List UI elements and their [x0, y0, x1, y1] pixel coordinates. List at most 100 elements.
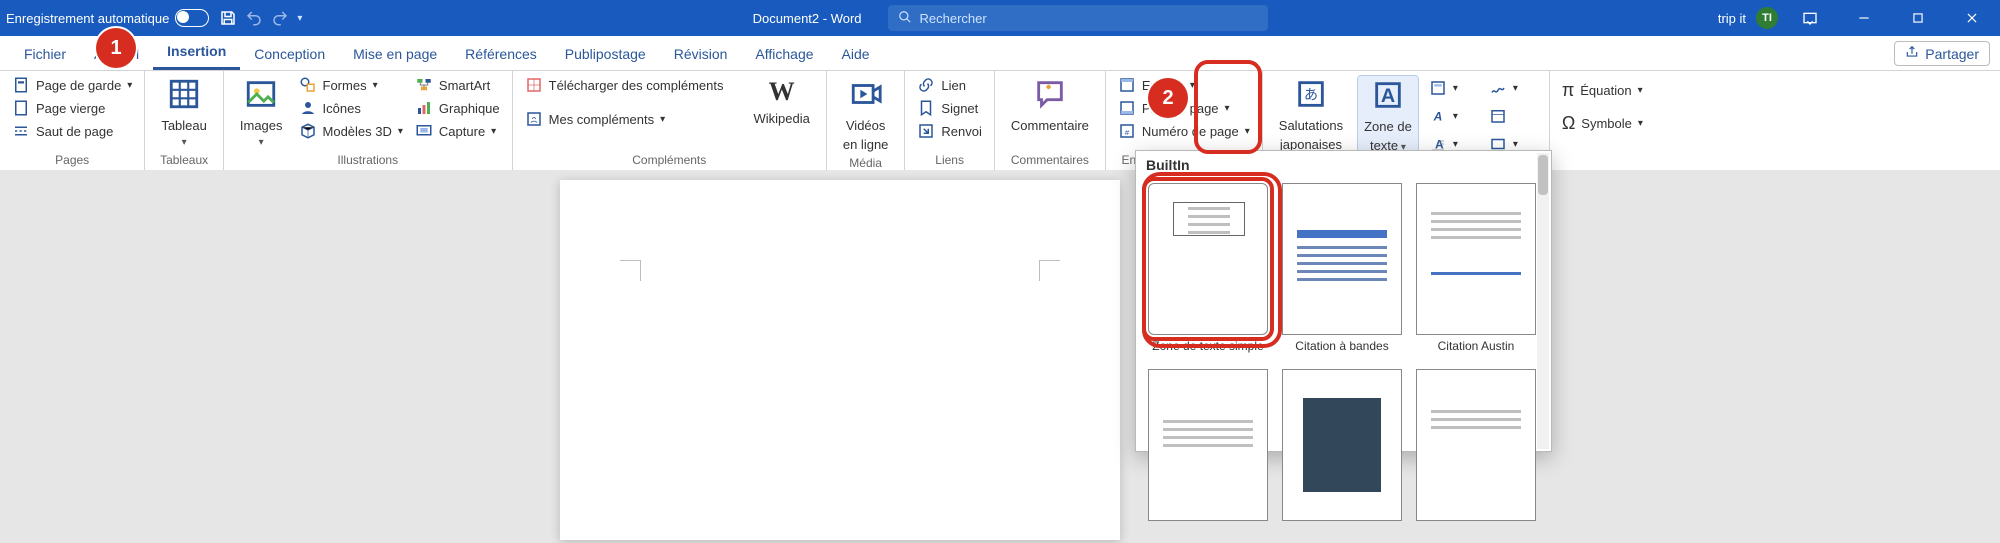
search-icon [898, 10, 912, 27]
svg-text:A: A [1381, 85, 1395, 107]
undo-icon[interactable] [245, 9, 263, 27]
bookmark-label: Signet [941, 101, 978, 116]
wordart-button[interactable]: A▾ [1427, 103, 1479, 129]
comment-label: Commentaire [1011, 118, 1089, 133]
models3d-label: Modèles 3D [323, 124, 392, 139]
crossref-label: Renvoi [941, 124, 981, 139]
chevron-down-icon: ▾ [259, 137, 264, 148]
document-page[interactable] [560, 180, 1120, 540]
group-media: Vidéos en ligne Média [827, 71, 906, 171]
svg-text:あ: あ [1304, 88, 1318, 104]
images-button[interactable]: Images ▾ [234, 75, 289, 150]
video-icon [849, 77, 883, 114]
text-box-button[interactable]: A Zone de texte ▾ [1357, 75, 1419, 156]
close-icon[interactable] [1950, 0, 1994, 36]
gallery-item-citation-austin[interactable]: Citation Austin [1416, 183, 1536, 353]
search-box[interactable]: Rechercher [888, 5, 1268, 31]
text-box-icon: A [1371, 78, 1405, 115]
images-label: Images [240, 118, 283, 133]
smartart-label: SmartArt [439, 78, 490, 93]
title-bar: Enregistrement automatique ▾ Document2 -… [0, 0, 2000, 36]
get-addins-button[interactable]: Télécharger des compléments [523, 75, 726, 95]
table-button[interactable]: Tableau ▾ [155, 75, 213, 150]
gallery-item-citation-bandes[interactable]: Citation à bandes [1282, 183, 1402, 353]
autosave-control[interactable]: Enregistrement automatique [6, 9, 209, 27]
group-pages-label: Pages [10, 151, 134, 171]
quick-parts-button[interactable]: ▾ [1427, 75, 1479, 101]
redo-icon[interactable] [271, 9, 289, 27]
save-icon[interactable] [219, 9, 237, 27]
equation-label: Équation [1580, 83, 1631, 98]
gallery-item-label: Citation Austin [1438, 339, 1515, 353]
account-name[interactable]: trip it [1718, 11, 1746, 26]
document-title: Document2 - Word [753, 11, 862, 26]
tab-insertion[interactable]: Insertion [153, 35, 240, 70]
quick-access-toolbar: ▾ [219, 9, 302, 27]
annotation-1: 1 [96, 28, 136, 68]
online-video-button[interactable]: Vidéos en ligne [837, 75, 895, 154]
gallery-item-4[interactable] [1148, 369, 1268, 525]
gallery-item-6[interactable] [1416, 369, 1536, 525]
search-placeholder: Rechercher [920, 11, 987, 26]
models3d-button[interactable]: Modèles 3D▾ [297, 121, 405, 141]
account-avatar[interactable]: TI [1756, 7, 1778, 29]
minimize-icon[interactable] [1842, 0, 1886, 36]
capture-label: Capture [439, 124, 485, 139]
symbol-button[interactable]: Ω Symbole▾ [1560, 112, 1645, 135]
ribbon-display-icon[interactable] [1788, 0, 1832, 36]
tab-publipostage[interactable]: Publipostage [551, 38, 660, 70]
tab-affichage[interactable]: Affichage [741, 38, 827, 70]
group-links: Lien Signet Renvoi Liens [905, 71, 994, 171]
wikipedia-button[interactable]: W Wikipedia [748, 75, 816, 128]
annotation-2: 2 [1148, 78, 1188, 118]
smartart-button[interactable]: SmartArt [413, 75, 502, 95]
tab-references[interactable]: Références [451, 38, 551, 70]
tab-conception[interactable]: Conception [240, 38, 339, 70]
chart-button[interactable]: Graphique [413, 98, 502, 118]
share-icon [1905, 45, 1919, 62]
symbol-label: Symbole [1581, 116, 1632, 131]
group-symbols: π Équation▾ Ω Symbole▾ [1550, 71, 1655, 171]
comment-button[interactable]: Commentaire [1005, 75, 1095, 135]
blank-page-button[interactable]: Page vierge [10, 98, 134, 118]
autosave-toggle-icon[interactable] [175, 9, 209, 27]
shapes-button[interactable]: Formes▾ [297, 75, 405, 95]
gallery-scrollbar[interactable] [1537, 153, 1549, 449]
signature-line-button[interactable]: ▾ [1487, 75, 1539, 101]
capture-button[interactable]: Capture▾ [413, 121, 502, 141]
text-box-label-1: Zone de [1364, 119, 1412, 134]
table-icon [167, 77, 201, 114]
link-button[interactable]: Lien [915, 75, 983, 95]
date-time-button[interactable] [1487, 103, 1539, 129]
my-addins-button[interactable]: Mes compléments▾ [523, 109, 726, 129]
annotation-box-gallery [1142, 172, 1282, 348]
wikipedia-label: Wikipedia [754, 111, 810, 126]
tab-revision[interactable]: Révision [660, 38, 742, 70]
tab-fichier[interactable]: Fichier [10, 38, 80, 70]
svg-text:#: # [1125, 128, 1130, 137]
gallery-item-5[interactable] [1282, 369, 1402, 525]
page-break-button[interactable]: Saut de page [10, 121, 134, 141]
crossref-button[interactable]: Renvoi [915, 121, 983, 141]
icons-button[interactable]: Icônes [297, 98, 405, 118]
blank-page-label: Page vierge [36, 101, 105, 116]
chevron-down-icon: ▾ [182, 137, 187, 148]
group-comments-label: Commentaires [1005, 151, 1095, 171]
symbol-icon: Ω [1562, 113, 1575, 134]
gallery-item-label: Citation à bandes [1295, 339, 1388, 353]
get-addins-label: Télécharger des compléments [549, 78, 724, 93]
tab-aide[interactable]: Aide [828, 38, 884, 70]
cover-page-button[interactable]: Page de garde▾ [10, 75, 134, 95]
document-surface[interactable] [0, 170, 2000, 543]
tab-mise-en-page[interactable]: Mise en page [339, 38, 451, 70]
equation-button[interactable]: π Équation▾ [1560, 79, 1645, 102]
share-button[interactable]: Partager [1894, 41, 1990, 66]
bookmark-button[interactable]: Signet [915, 98, 983, 118]
my-addins-label: Mes compléments [549, 112, 654, 127]
link-label: Lien [941, 78, 966, 93]
chart-label: Graphique [439, 101, 500, 116]
group-illustrations: Images ▾ Formes▾ Icônes Modèles 3D▾ [224, 71, 513, 171]
comment-icon [1033, 77, 1067, 114]
maximize-icon[interactable] [1896, 0, 1940, 36]
icons-label: Icônes [323, 101, 361, 116]
